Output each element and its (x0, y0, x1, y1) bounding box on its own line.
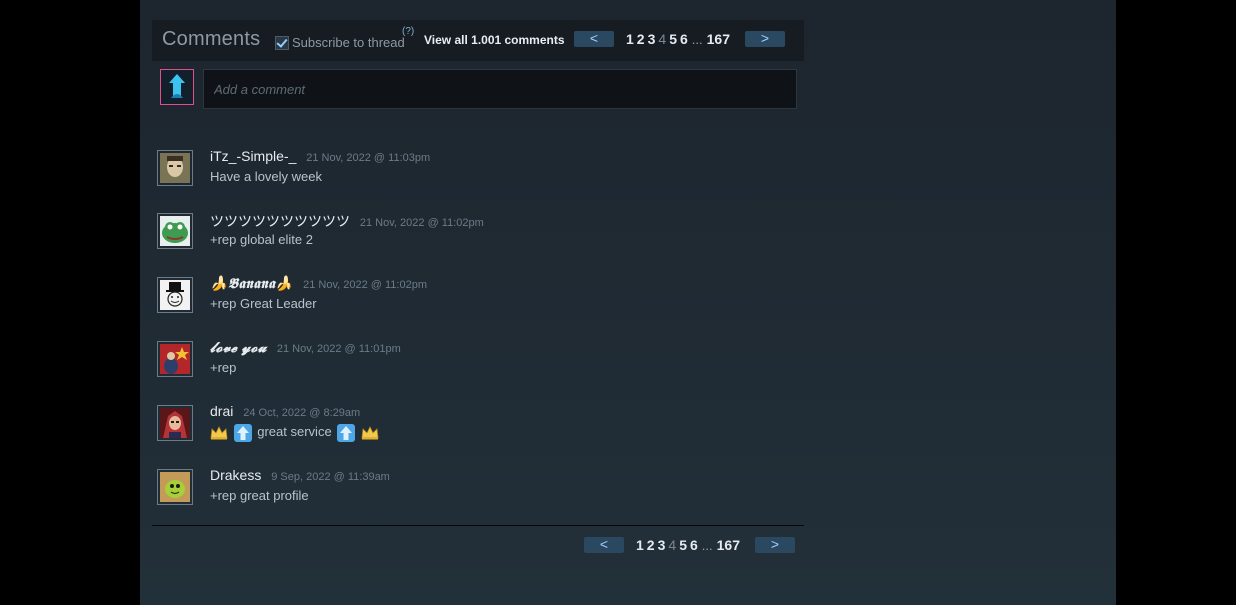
next-page-button[interactable]: > (744, 31, 785, 47)
comment-item: 𝓵𝓸𝓿𝓮 𝔂𝓸𝓾 21 Nov, 2022 @ 11:01pm +rep (157, 341, 797, 381)
crown-icon (361, 426, 379, 440)
my-avatar[interactable] (160, 69, 194, 105)
comments-header: Comments Subscribe to thread (?) View al… (152, 20, 804, 61)
commenter-avatar[interactable] (157, 469, 193, 505)
comment-item: ツツツツツツツツツツ 21 Nov, 2022 @ 11:02pm +rep g… (157, 213, 797, 253)
help-icon[interactable]: (?) (402, 26, 414, 37)
top-pager: < 1 2 3 4 5 6 ... 167 > (574, 31, 785, 47)
subscribe-label: Subscribe to thread (292, 34, 405, 50)
author-name[interactable]: 𝓵𝓸𝓿𝓮 𝔂𝓸𝓾 (210, 341, 267, 356)
author-name[interactable]: ツツツツツツツツツツ (210, 213, 350, 229)
commenter-avatar[interactable] (157, 213, 193, 249)
page-link-last[interactable]: 167 (717, 537, 740, 553)
subscribe-toggle[interactable]: Subscribe to thread (275, 34, 405, 50)
page-ellipsis: ... (701, 537, 713, 553)
comment-timestamp: 21 Nov, 2022 @ 11:03pm (306, 152, 431, 164)
author-name[interactable]: drai (210, 403, 233, 419)
comment-author[interactable]: iTz_-Simple-_ 21 Nov, 2022 @ 11:03pm (210, 148, 430, 164)
comment-timestamp: 21 Nov, 2022 @ 11:01pm (276, 343, 401, 355)
comment-text: +rep (210, 360, 237, 375)
commenter-avatar[interactable] (157, 277, 193, 313)
comment-author[interactable]: Drakess 9 Sep, 2022 @ 11:39am (210, 467, 390, 483)
page-link-1[interactable]: 1 (626, 31, 634, 47)
commenter-avatar[interactable] (157, 150, 193, 186)
page-link-2[interactable]: 2 (647, 537, 655, 553)
page-link-6[interactable]: 6 (680, 31, 688, 47)
add-comment-input[interactable] (203, 69, 797, 109)
up-arrow-icon (233, 424, 252, 442)
next-page-button[interactable]: > (754, 537, 795, 553)
page-link-3[interactable]: 3 (648, 31, 656, 47)
avatar-anime-character-icon (160, 408, 190, 438)
avatar-frog-icon (160, 216, 190, 246)
bottom-pager: < 1 2 3 4 5 6 ... 167 > (584, 537, 795, 553)
comment-item: 🍌𝕭𝖆𝖓𝖆𝖓𝖆🍌 21 Nov, 2022 @ 11:02pm +rep Gre… (157, 277, 797, 317)
avatar-tophat-meme-icon (160, 280, 190, 310)
comment-timestamp: 24 Oct, 2022 @ 8:29am (243, 407, 361, 419)
current-page: 4 (668, 537, 677, 553)
comment-author[interactable]: ツツツツツツツツツツ 21 Nov, 2022 @ 11:02pm (210, 211, 484, 231)
comment-text: +rep great profile (210, 488, 309, 503)
comment-item: iTz_-Simple-_ 21 Nov, 2022 @ 11:03pm Hav… (157, 148, 797, 190)
view-all-comments-link[interactable]: View all 1.001 comments (424, 33, 565, 47)
avatar-red-flag-icon (160, 344, 190, 374)
page-link-1[interactable]: 1 (636, 537, 644, 553)
comment-timestamp: 9 Sep, 2022 @ 11:39am (271, 471, 390, 483)
comment-text: great service (210, 424, 379, 442)
comments-divider (152, 525, 804, 526)
comment-text: +rep Great Leader (210, 296, 317, 311)
comment-text: +rep global elite 2 (210, 232, 313, 247)
avatar-man-face-icon (160, 153, 190, 183)
author-name[interactable]: Drakess (210, 467, 261, 483)
current-page: 4 (658, 31, 667, 47)
page-list: 1 2 3 4 5 6 ... 167 (636, 537, 743, 553)
comment-text: Have a lovely week (210, 169, 322, 184)
page-ellipsis: ... (691, 31, 703, 47)
subscribe-checkbox[interactable] (275, 36, 289, 50)
comment-text-body: great service (257, 424, 332, 440)
page-link-5[interactable]: 5 (679, 537, 687, 553)
user-avatar-icon (161, 70, 193, 104)
prev-page-button[interactable]: < (584, 537, 624, 553)
comment-author[interactable]: drai 24 Oct, 2022 @ 8:29am (210, 403, 360, 419)
avatar-green-slime-icon (160, 472, 190, 502)
comment-author[interactable]: 𝓵𝓸𝓿𝓮 𝔂𝓸𝓾 21 Nov, 2022 @ 11:01pm (210, 339, 401, 357)
page-link-6[interactable]: 6 (690, 537, 698, 553)
comments-page: Comments Subscribe to thread (?) View al… (140, 0, 1116, 605)
comment-timestamp: 21 Nov, 2022 @ 11:02pm (303, 279, 427, 291)
commenter-avatar[interactable] (157, 405, 193, 441)
comment-author[interactable]: 🍌𝕭𝖆𝖓𝖆𝖓𝖆🍌 21 Nov, 2022 @ 11:02pm (210, 275, 427, 293)
comment-timestamp: 21 Nov, 2022 @ 11:02pm (359, 217, 484, 229)
comment-item: drai 24 Oct, 2022 @ 8:29am great service (157, 403, 797, 445)
prev-page-button[interactable]: < (574, 31, 614, 47)
comment-item: Drakess 9 Sep, 2022 @ 11:39am +rep great… (157, 467, 797, 509)
up-arrow-icon (337, 424, 356, 442)
author-name[interactable]: 🍌𝕭𝖆𝖓𝖆𝖓𝖆🍌 (210, 277, 293, 292)
author-name[interactable]: iTz_-Simple-_ (210, 148, 296, 164)
commenter-avatar[interactable] (157, 341, 193, 377)
page-link-last[interactable]: 167 (707, 31, 730, 47)
page-link-2[interactable]: 2 (637, 31, 645, 47)
page-link-3[interactable]: 3 (658, 537, 666, 553)
crown-icon (210, 426, 228, 440)
comments-title: Comments (162, 28, 261, 50)
page-list: 1 2 3 4 5 6 ... 167 (626, 31, 733, 47)
page-link-5[interactable]: 5 (669, 31, 677, 47)
